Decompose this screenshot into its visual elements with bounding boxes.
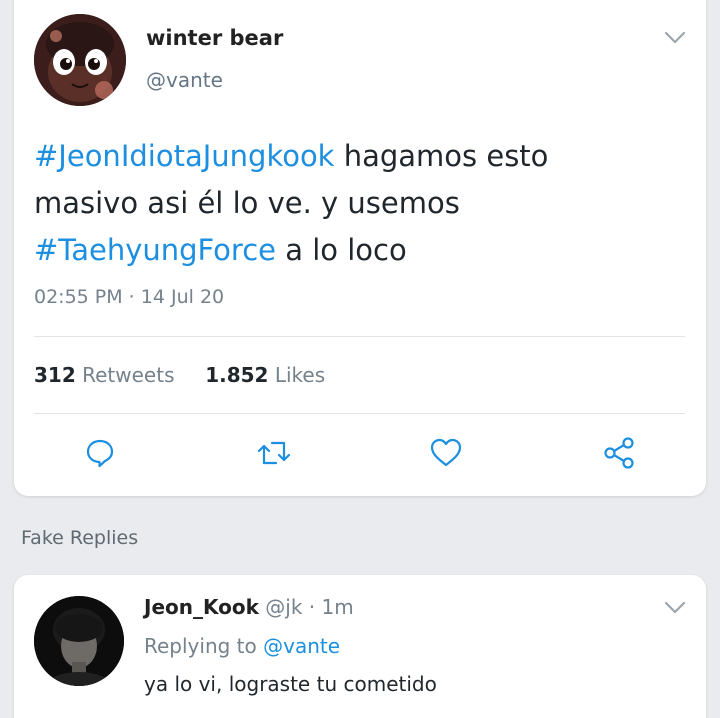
reply-card[interactable]: Jeon_Kook @jk · 1m Replying to @vante ya…: [14, 575, 706, 718]
chevron-down-icon[interactable]: [664, 600, 686, 614]
retweet-icon[interactable]: [256, 435, 292, 471]
reply-header: Jeon_Kook @jk · 1m: [144, 595, 354, 619]
tweet-text-part: a lo loco: [276, 233, 407, 267]
tweet-card: winter bear @vante #JeonIdiotaJungkook h…: [14, 0, 706, 496]
avatar-photo: [34, 596, 124, 686]
tweet-text: #JeonIdiotaJungkook hagamos esto masivo …: [34, 133, 654, 274]
replying-to: Replying to @vante: [144, 634, 340, 658]
likes-count[interactable]: 1.852: [205, 363, 268, 387]
reply-icon[interactable]: [82, 435, 118, 471]
retweets-label[interactable]: Retweets: [82, 363, 174, 387]
hashtag-link[interactable]: #TaehyungForce: [34, 233, 276, 267]
hashtag-link[interactable]: #JeonIdiotaJungkook: [34, 139, 334, 173]
divider: [34, 336, 685, 337]
share-icon[interactable]: [601, 435, 637, 471]
section-label: Fake Replies: [21, 527, 139, 549]
author-avatar[interactable]: [34, 14, 126, 106]
author-handle[interactable]: @vante: [146, 68, 223, 92]
replying-mention[interactable]: @vante: [263, 634, 340, 658]
reply-text: ya lo vi, lograste tu cometido: [144, 672, 437, 696]
replying-prefix: Replying to: [144, 634, 257, 658]
tweet-stats: 312 Retweets 1.852 Likes: [34, 363, 325, 387]
divider: [34, 413, 685, 414]
chevron-down-icon[interactable]: [664, 30, 686, 44]
reply-avatar[interactable]: [34, 596, 124, 686]
likes-label[interactable]: Likes: [275, 363, 325, 387]
reply-meta: @jk · 1m: [265, 595, 354, 619]
avatar-illustration: [34, 14, 126, 106]
retweets-count[interactable]: 312: [34, 363, 76, 387]
like-icon[interactable]: [428, 435, 464, 471]
reply-author-name[interactable]: Jeon_Kook: [144, 595, 259, 619]
author-name[interactable]: winter bear: [146, 26, 283, 50]
tweet-timestamp: 02:55 PM · 14 Jul 20: [34, 286, 225, 308]
